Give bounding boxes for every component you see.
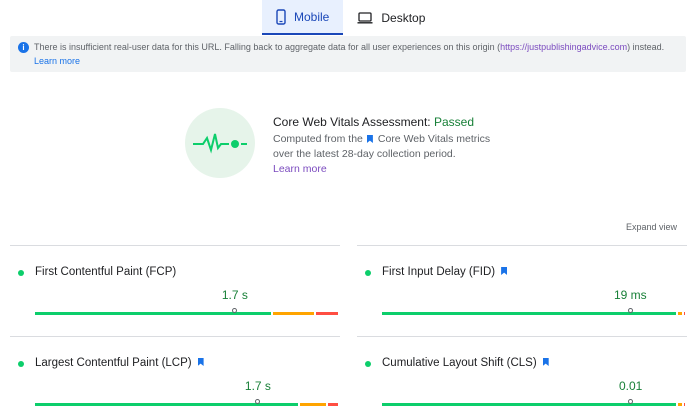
poor-segment: [683, 312, 685, 315]
banner-learn-more-link[interactable]: Learn more: [34, 56, 80, 66]
metric-cls[interactable]: Cumulative Layout Shift (CLS) 0.01: [357, 336, 687, 419]
bookmark-icon: [197, 358, 204, 366]
distribution-bar: [35, 312, 340, 315]
needs-improvement-segment: [300, 403, 326, 406]
metric-value: 0.01: [619, 379, 643, 393]
assessment-description: Computed from the Core Web Vitals metrics…: [273, 132, 533, 162]
phone-icon: [276, 8, 286, 25]
banner-text-2: ) instead.: [627, 42, 665, 52]
tab-desktop-label: Desktop: [381, 10, 426, 25]
metric-name: Cumulative Layout Shift (CLS): [382, 357, 549, 369]
poor-segment: [683, 403, 685, 406]
metric-fid[interactable]: First Input Delay (FID) 19 ms: [357, 245, 687, 335]
metric-name: First Input Delay (FID): [382, 266, 508, 278]
metric-name: Largest Contentful Paint (LCP): [35, 357, 204, 369]
distribution-bar: [382, 312, 687, 315]
metric-name-text: First Contentful Paint (FCP): [35, 266, 177, 278]
metric-value: 1.7 s: [221, 288, 248, 302]
status-good-dot: [365, 361, 371, 367]
p75-marker: [627, 308, 633, 313]
assessment-icon-circle: [185, 108, 255, 178]
bookmark-icon: [366, 135, 373, 143]
status-good-dot: [365, 270, 371, 276]
metric-lcp[interactable]: Largest Contentful Paint (LCP) 1.7 s: [10, 336, 340, 419]
p75-marker: [254, 399, 260, 404]
bookmark-icon: [542, 358, 549, 366]
metric-name-text: First Input Delay (FID): [382, 266, 496, 278]
status-good-dot: [18, 270, 24, 276]
distribution-bar: [35, 403, 340, 406]
metric-name: First Contentful Paint (FCP): [35, 266, 176, 278]
assessment-desc-2: over the latest 28-day collection period…: [273, 148, 456, 160]
info-icon: i: [18, 42, 29, 53]
banner-text: There is insufficient real-user data for…: [34, 42, 501, 52]
status-good-dot: [18, 361, 24, 367]
tab-mobile-label: Mobile: [294, 9, 330, 24]
metric-value: 1.7 s: [244, 379, 271, 393]
distribution-bar: [382, 403, 687, 406]
expand-view-button[interactable]: Expand view: [626, 222, 677, 232]
tab-desktop[interactable]: Desktop: [343, 0, 439, 35]
metric-fcp[interactable]: First Contentful Paint (FCP) 1.7 s: [10, 245, 340, 335]
assessment-title-text: Core Web Vitals Assessment:: [273, 115, 434, 129]
assessment-learn-more-link[interactable]: Learn more: [273, 163, 327, 175]
vitals-pulse-icon: [193, 133, 247, 154]
banner-origin: https://justpublishingadvice.com: [500, 42, 628, 52]
assessment-status: Passed: [433, 115, 474, 129]
laptop-icon: [357, 11, 373, 24]
p75-marker: [231, 308, 237, 313]
metric-name-text: Cumulative Layout Shift (CLS): [382, 357, 537, 369]
insufficient-data-banner: i There is insufficient real-user data f…: [10, 36, 686, 72]
metric-value: 19 ms: [614, 288, 647, 302]
poor-segment: [327, 403, 338, 406]
metric-name-text: Largest Contentful Paint (LCP): [35, 357, 192, 369]
tab-mobile[interactable]: Mobile: [262, 0, 344, 35]
needs-improvement-segment: [272, 312, 314, 315]
p75-marker: [627, 399, 633, 404]
device-tabs: Mobile Desktop: [262, 0, 439, 35]
bookmark-icon: [501, 267, 508, 275]
poor-segment: [315, 312, 338, 315]
assessment-title: Core Web Vitals Assessment: Passed: [273, 115, 474, 129]
needs-improvement-segment: [677, 403, 682, 406]
needs-improvement-segment: [677, 312, 682, 315]
assessment-desc-1: Computed from the: [273, 133, 363, 145]
assessment-desc-link[interactable]: Core Web Vitals metrics: [378, 133, 490, 145]
